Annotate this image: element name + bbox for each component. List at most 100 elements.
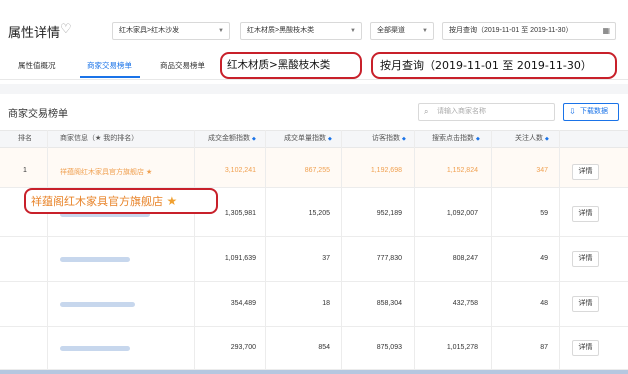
chevron-down-icon: ▼ — [422, 28, 428, 34]
shop-search-input[interactable]: ⌕ 请输入商家名称 — [418, 103, 555, 121]
shop-name-text: 祥蕴阁红木家具官方旗舰店 — [60, 169, 144, 176]
sort-icon: ◆ — [476, 136, 480, 142]
search-icon: ⌕ — [424, 107, 429, 116]
date-range-picker[interactable]: 按月查询（2019-11-01 至 2019-11-30） ▦ — [442, 22, 616, 40]
row-followers: 59 — [540, 210, 548, 217]
row-amount: 1,091,639 — [224, 255, 256, 262]
tab-divider — [0, 79, 628, 80]
col-amount-label: 成交金额指数 — [208, 135, 250, 142]
section-separator — [0, 84, 628, 94]
detail-button[interactable]: 详情 — [572, 296, 599, 312]
col-rank: 排名 — [18, 135, 32, 142]
shop-callout: 祥蕴阁红木家具官方旗舰店 ★ — [24, 188, 218, 214]
category-select-value: 红木家具>红木沙发 — [119, 27, 180, 34]
row-clicks: 1,092,007 — [446, 210, 478, 217]
column-divider — [491, 130, 492, 374]
column-divider — [194, 130, 195, 374]
heart-icon[interactable]: ♡ — [60, 21, 72, 37]
sort-icon: ◆ — [402, 136, 406, 142]
row-clicks: 432,758 — [452, 300, 478, 307]
table-row: 293,700 854 875,093 1,015,278 87 详情 — [0, 327, 628, 370]
blurred-shop-name — [60, 302, 135, 307]
row-visitors: 1,192,698 — [370, 167, 402, 174]
column-divider — [265, 130, 266, 374]
row-amount: 293,700 — [230, 344, 256, 351]
attribute-select-value: 红木材质>黑酸枝木类 — [247, 27, 315, 34]
col-orders-label: 成交单量指数 — [284, 135, 326, 142]
row-clicks: 808,247 — [452, 255, 478, 262]
row-amount: 3,102,241 — [224, 167, 256, 174]
col-amount-index[interactable]: 成交金额指数 ◆ — [208, 131, 256, 147]
row-visitors: 875,093 — [376, 344, 402, 351]
row-visitors: 952,189 — [376, 210, 402, 217]
col-clicks-label: 搜索点击指数 — [432, 135, 474, 142]
sort-icon: ◆ — [328, 136, 332, 142]
chevron-down-icon: ▼ — [218, 28, 224, 34]
sort-icon: ◆ — [252, 136, 256, 142]
detail-button[interactable]: 详情 — [572, 164, 599, 180]
chevron-down-icon: ▼ — [350, 28, 356, 34]
table-header: 排名 商家信息（★ 我的排名） 成交金额指数 ◆ 成交单量指数 ◆ 访客指数 ◆ 搜索… — [0, 130, 628, 148]
row-orders: 15,205 — [308, 210, 330, 217]
row-clicks: 1,015,278 — [446, 344, 478, 351]
row-shop-name[interactable] — [60, 346, 130, 353]
date-callout: 按月查询（2019-11-01 至 2019-11-30） — [371, 52, 617, 79]
download-label: 下载数据 — [580, 108, 608, 115]
col-followers-label: 关注人数 — [515, 135, 543, 142]
column-divider — [341, 130, 342, 374]
calendar-icon: ▦ — [602, 26, 610, 35]
star-icon: ★ — [166, 194, 178, 208]
page-title: 属性详情 — [8, 25, 61, 40]
blurred-shop-name — [60, 257, 130, 262]
attribute-callout: 红木材质>黑酸枝木类 — [220, 52, 362, 79]
row-followers: 48 — [540, 300, 548, 307]
tab-attribute-overview[interactable]: 属性值概况 — [18, 60, 56, 71]
column-divider — [414, 130, 415, 374]
search-placeholder: 请输入商家名称 — [437, 108, 486, 115]
detail-button[interactable]: 详情 — [572, 251, 599, 267]
table-row: 1,091,639 37 777,830 808,247 49 详情 — [0, 237, 628, 282]
tab-product-ranking[interactable]: 商品交易榜单 — [160, 60, 205, 71]
row-shop-name[interactable] — [60, 302, 135, 309]
star-icon: ★ — [145, 169, 153, 176]
row-followers: 347 — [536, 167, 548, 174]
blurred-shop-name — [60, 346, 130, 351]
row-shop-name[interactable] — [60, 257, 130, 264]
download-button[interactable]: ⇩ 下载数据 — [563, 103, 619, 121]
tab-shop-ranking[interactable]: 商家交易榜单 — [87, 60, 132, 71]
row-shop-name[interactable]: 祥蕴阁红木家具官方旗舰店 ★ — [60, 167, 152, 177]
row-orders: 18 — [322, 300, 330, 307]
row-orders: 854 — [318, 344, 330, 351]
section-title: 商家交易榜单 — [8, 109, 68, 120]
row-orders: 37 — [322, 255, 330, 262]
shop-callout-text: 祥蕴阁红木家具官方旗舰店 — [31, 195, 163, 208]
download-icon: ⇩ — [569, 107, 576, 116]
col-clicks-index[interactable]: 搜索点击指数 ◆ — [432, 131, 480, 147]
col-visitors-index[interactable]: 访客指数 ◆ — [372, 131, 406, 147]
row-followers: 49 — [540, 255, 548, 262]
column-divider — [559, 130, 560, 374]
row-amount: 354,489 — [230, 300, 256, 307]
row-rank: 1 — [23, 167, 27, 174]
detail-button[interactable]: 详情 — [572, 206, 599, 222]
row-clicks: 1,152,824 — [446, 167, 478, 174]
col-shop-info: 商家信息（★ 我的排名） — [60, 135, 139, 142]
col-orders-index[interactable]: 成交单量指数 ◆ — [284, 131, 332, 147]
category-select[interactable]: 红木家具>红木沙发 ▼ — [112, 22, 230, 40]
row-followers: 87 — [540, 344, 548, 351]
scroll-edge — [0, 370, 628, 374]
channel-select-value: 全部渠道 — [377, 27, 405, 34]
row-visitors: 858,304 — [376, 300, 402, 307]
channel-select[interactable]: 全部渠道 ▼ — [370, 22, 434, 40]
table-row: 354,489 18 858,304 432,758 48 详情 — [0, 282, 628, 327]
col-visitors-label: 访客指数 — [372, 135, 400, 142]
col-followers[interactable]: 关注人数 ◆ — [515, 131, 549, 147]
sort-icon: ◆ — [545, 136, 549, 142]
detail-button[interactable]: 详情 — [572, 340, 599, 356]
row-visitors: 777,830 — [376, 255, 402, 262]
active-tab-indicator — [80, 76, 140, 78]
date-range-value: 按月查询（2019-11-01 至 2019-11-30） — [449, 27, 573, 34]
attribute-select[interactable]: 红木材质>黑酸枝木类 ▼ — [240, 22, 362, 40]
table-row: 1 祥蕴阁红木家具官方旗舰店 ★ 3,102,241 867,255 1,192… — [0, 148, 628, 188]
row-orders: 867,255 — [304, 167, 330, 174]
